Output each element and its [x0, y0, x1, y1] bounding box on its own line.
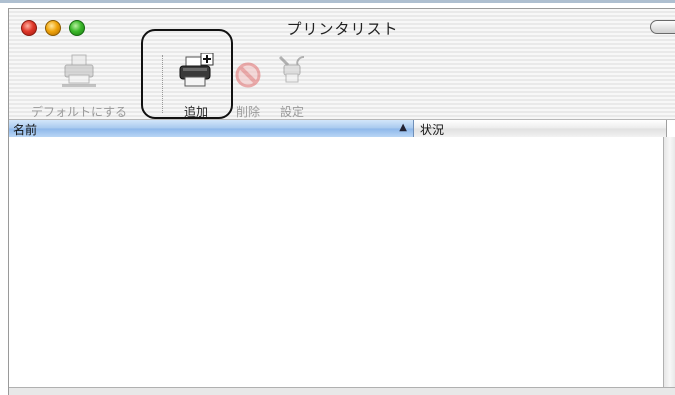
column-name-label: 名前	[13, 123, 38, 137]
settings-label: 設定	[279, 105, 304, 119]
printer-table: 名前 ▲ 状況	[9, 119, 675, 395]
table-header: 名前 ▲ 状況	[9, 119, 675, 138]
delete-button[interactable]: 削除	[227, 45, 269, 119]
vertical-scrollbar[interactable]	[663, 137, 675, 387]
printer-list-window: プリンタリスト デフォルトにする 追加 削除 設定 名前 ▲ 状況	[8, 8, 675, 395]
printer-default-icon	[60, 53, 98, 89]
delete-label: 削除	[235, 105, 260, 119]
toolbar-toggle-button[interactable]	[650, 20, 675, 34]
sort-ascending-icon: ▲	[399, 122, 407, 133]
column-status-label: 状況	[420, 123, 445, 137]
title-bar[interactable]: プリンタリスト	[9, 9, 675, 43]
window-title: プリンタリスト	[286, 20, 399, 38]
make-default-label: デフォルトにする	[30, 105, 128, 119]
column-header-status[interactable]: 状況	[414, 120, 667, 137]
add-button-highlight	[141, 29, 233, 119]
settings-button[interactable]: 設定	[271, 45, 313, 119]
toolbar: デフォルトにする 追加 削除 設定	[9, 45, 675, 119]
column-header-name[interactable]: 名前 ▲	[9, 120, 414, 137]
delete-icon	[234, 53, 262, 89]
settings-tools-icon	[276, 53, 308, 89]
top-border	[0, 0, 675, 3]
table-body[interactable]	[9, 137, 664, 387]
make-default-button[interactable]: デフォルトにする	[9, 45, 149, 119]
